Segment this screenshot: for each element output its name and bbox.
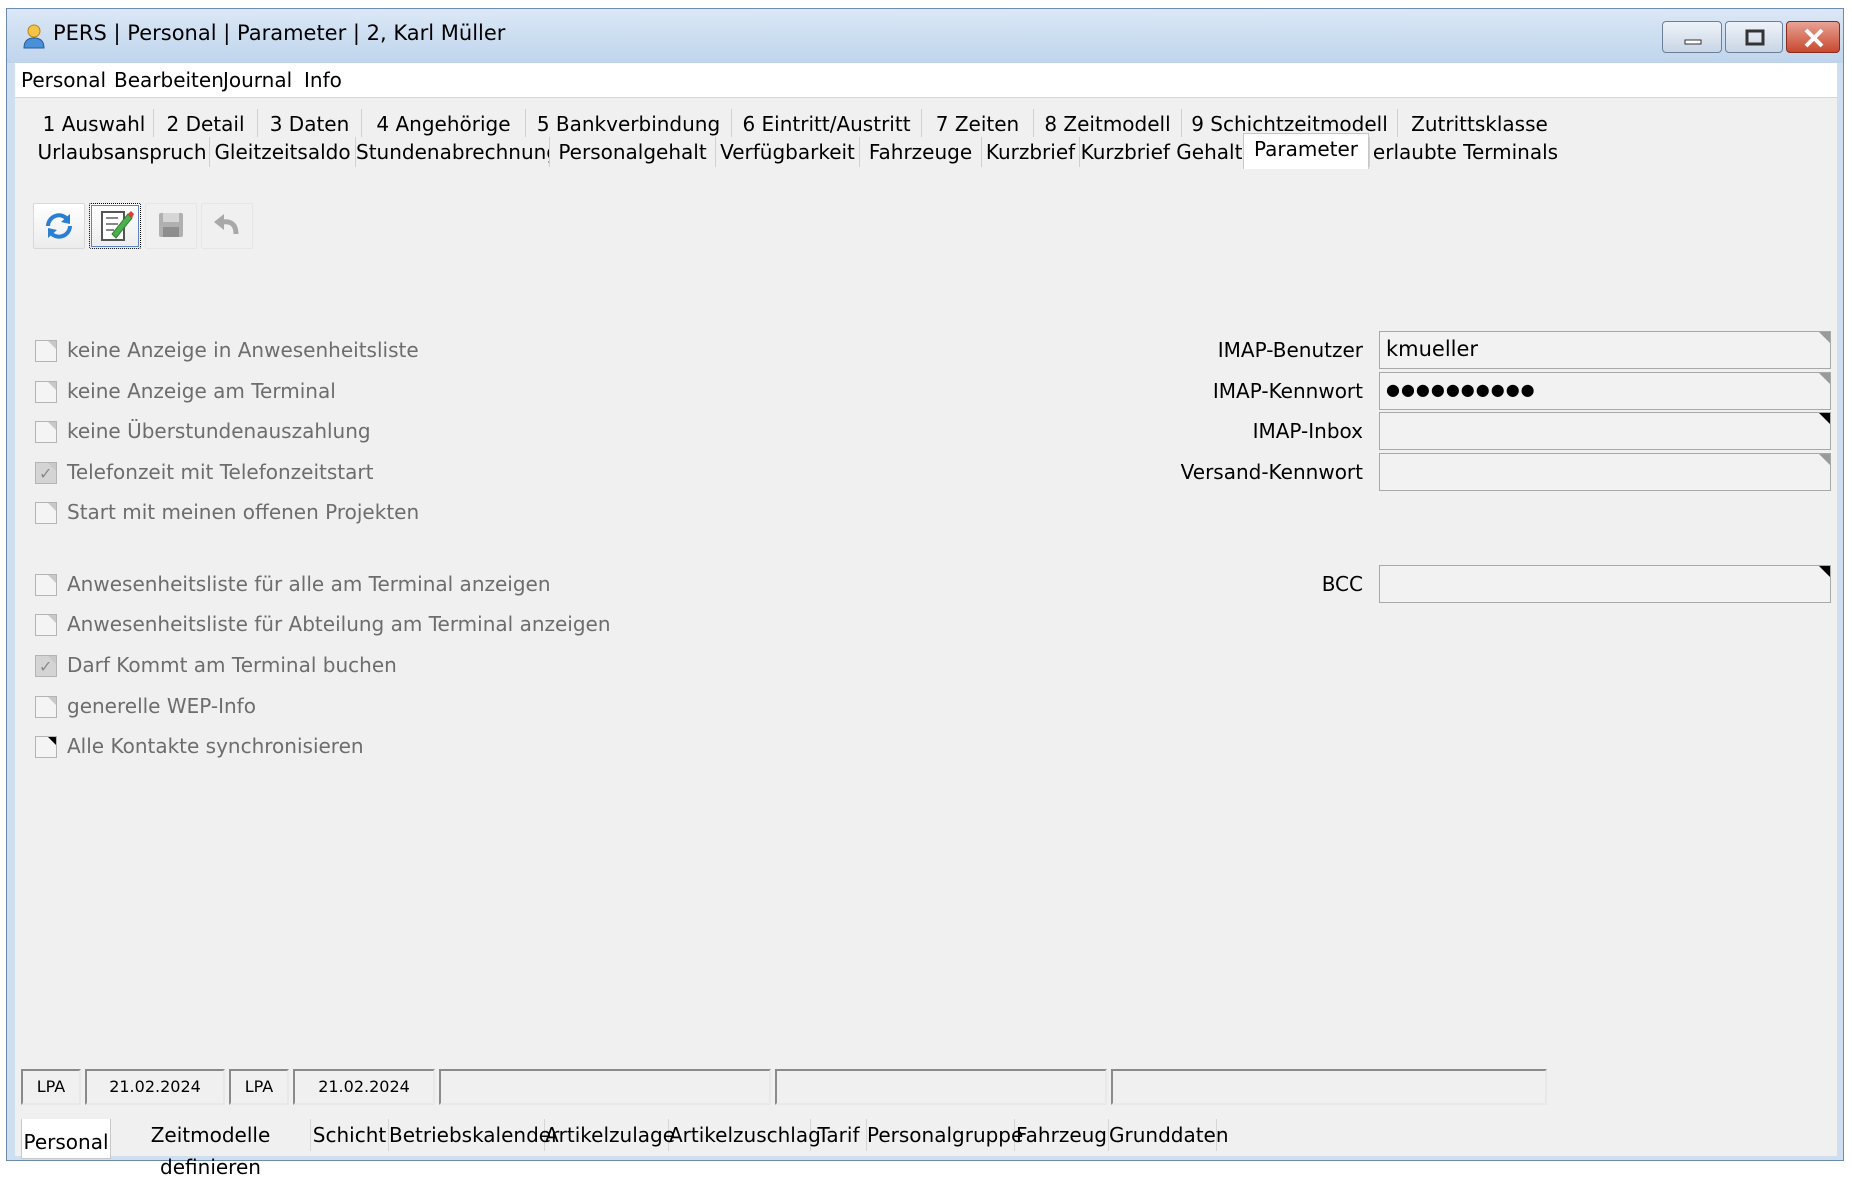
- tab-gleitzeitsaldo[interactable]: Gleitzeitsaldo: [209, 137, 355, 167]
- menu-journal[interactable]: Journal: [223, 68, 292, 92]
- imap-benutzer-label: IMAP-Benutzer: [1217, 338, 1363, 362]
- imap-inbox-input[interactable]: [1379, 412, 1831, 450]
- imap-inbox-label: IMAP-Inbox: [1252, 419, 1363, 443]
- refresh-icon: [46, 213, 72, 239]
- undo-button[interactable]: [201, 203, 253, 249]
- checkbox-label: Telefonzeit mit Telefonzeitstart: [67, 460, 374, 484]
- undo-icon: [214, 214, 239, 235]
- checkbox-box[interactable]: [35, 340, 57, 362]
- checkbox-label: Alle Kontakte synchronisieren: [67, 734, 364, 758]
- module-tab-personalgruppe[interactable]: Personalgruppe: [867, 1119, 1023, 1151]
- checkbox-box[interactable]: [35, 381, 57, 403]
- tab-bankverbindung[interactable]: 5 Bankverbindung: [525, 109, 731, 139]
- menu-bar: Personal Bearbeiten Journal Info: [15, 63, 1837, 98]
- title-bar[interactable]: PERS | Personal | Parameter | 2, Karl Mü…: [7, 9, 1843, 63]
- tab-personalgehalt[interactable]: Personalgehalt: [549, 137, 715, 167]
- tab-urlaubsanspruch[interactable]: Urlaubsanspruch: [35, 137, 209, 167]
- checkbox-box[interactable]: ✓: [35, 655, 57, 677]
- tab-detail[interactable]: 2 Detail: [153, 109, 257, 139]
- module-tab-betriebskalender[interactable]: Betriebskalender: [389, 1119, 559, 1151]
- module-tab-tarif[interactable]: Tarif: [811, 1119, 867, 1151]
- maximize-button[interactable]: [1725, 21, 1783, 53]
- tab-row-2: Urlaubsanspruch Gleitzeitsaldo Stundenab…: [15, 133, 1837, 169]
- tab-stundenabrechnung[interactable]: Stundenabrechnung: [355, 137, 559, 167]
- status-field-1: [439, 1069, 771, 1105]
- module-tab-fahrzeug[interactable]: Fahrzeug: [1015, 1119, 1109, 1151]
- tab-kurzbrief[interactable]: Kurzbrief: [981, 137, 1079, 167]
- tab-kurzbrief-gehalt[interactable]: Kurzbrief Gehalt: [1079, 137, 1243, 167]
- status-user-modified: LPA: [229, 1069, 289, 1105]
- tab-daten[interactable]: 3 Daten: [257, 109, 361, 139]
- window-title: PERS | Personal | Parameter | 2, Karl Mü…: [53, 21, 506, 45]
- checkbox-label: Darf Kommt am Terminal buchen: [67, 653, 397, 677]
- person-app-icon: [23, 24, 45, 49]
- tab-eintritt-austritt[interactable]: 6 Eintritt/Austritt: [731, 109, 921, 139]
- tab-row-1: 1 Auswahl 2 Detail 3 Daten 4 Angehörige …: [15, 109, 1837, 139]
- tab-zutrittsklasse[interactable]: Zutrittsklasse: [1397, 109, 1561, 139]
- save-button[interactable]: [145, 203, 197, 249]
- checkbox-label: keine Anzeige am Terminal: [67, 379, 336, 403]
- imap-kennwort-label: IMAP-Kennwort: [1212, 379, 1363, 403]
- tab-auswahl[interactable]: 1 Auswahl: [35, 109, 153, 139]
- imap-kennwort-value: ●●●●●●●●●●: [1386, 380, 1536, 399]
- module-tab-artikelzulage[interactable]: Artikelzulage: [545, 1119, 675, 1151]
- tab-erlaubte-terminals[interactable]: erlaubte Terminals: [1369, 137, 1561, 167]
- module-tab-schicht[interactable]: Schicht: [311, 1119, 389, 1151]
- status-date-modified: 21.02.2024: [293, 1069, 435, 1105]
- app-window: PERS | Personal | Parameter | 2, Karl Mü…: [6, 8, 1844, 1179]
- versand-kennwort-input[interactable]: [1379, 453, 1831, 491]
- module-tab-grunddaten[interactable]: Grunddaten: [1109, 1119, 1229, 1151]
- checkbox-box[interactable]: ✓: [35, 462, 57, 484]
- tab-fahrzeuge[interactable]: Fahrzeuge: [859, 137, 981, 167]
- checkbox-label: Start mit meinen offenen Projekten: [67, 500, 420, 524]
- client-area: Personal Bearbeiten Journal Info 1 Auswa…: [15, 63, 1837, 1179]
- module-tab-personal[interactable]: Personal: [21, 1119, 111, 1159]
- checkbox-label: Anwesenheitsliste für Abteilung am Termi…: [67, 612, 611, 636]
- menu-bearbeiten[interactable]: Bearbeiten: [114, 68, 224, 92]
- checkbox-box[interactable]: [35, 502, 57, 524]
- close-icon: [1804, 28, 1824, 48]
- bcc-label: BCC: [1321, 572, 1363, 596]
- tab-zeitmodell[interactable]: 8 Zeitmodell: [1033, 109, 1181, 139]
- refresh-button[interactable]: [33, 203, 85, 249]
- checkbox-label: keine Überstundenauszahlung: [67, 419, 371, 443]
- minimize-button[interactable]: [1662, 21, 1722, 53]
- tab-zeiten[interactable]: 7 Zeiten: [921, 109, 1033, 139]
- tab-parameter[interactable]: Parameter: [1243, 133, 1369, 169]
- checkbox-box[interactable]: [35, 614, 57, 636]
- checkbox-box[interactable]: [35, 696, 57, 718]
- status-date-created: 21.02.2024: [85, 1069, 225, 1105]
- tab-verfuegbarkeit[interactable]: Verfügbarkeit: [715, 137, 859, 167]
- menu-info[interactable]: Info: [304, 68, 342, 92]
- imap-benutzer-input[interactable]: kmueller: [1379, 331, 1831, 369]
- checkbox-label: keine Anzeige in Anwesenheitsliste: [67, 338, 419, 362]
- checkbox-label: Anwesenheitsliste für alle am Terminal a…: [67, 572, 551, 596]
- imap-benutzer-value: kmueller: [1386, 337, 1479, 361]
- checkbox-box[interactable]: [35, 421, 57, 443]
- edit-icon: [101, 211, 134, 241]
- edit-button[interactable]: [89, 203, 141, 249]
- close-button[interactable]: [1786, 21, 1840, 53]
- status-user-created: LPA: [21, 1069, 81, 1105]
- checkbox-box[interactable]: [35, 574, 57, 596]
- imap-kennwort-input[interactable]: ●●●●●●●●●●: [1379, 372, 1831, 410]
- checkmark-icon: ✓: [39, 657, 53, 676]
- minimize-icon: [1684, 39, 1702, 45]
- checkmark-icon: ✓: [39, 464, 53, 483]
- tab-angehoerige[interactable]: 4 Angehörige: [361, 109, 525, 139]
- checkbox-label: generelle WEP-Info: [67, 694, 256, 718]
- status-field-2: [775, 1069, 1107, 1105]
- module-tab-zeitmodelle[interactable]: Zeitmodelle definieren: [111, 1119, 311, 1179]
- module-tab-artikelzuschlag[interactable]: Artikelzuschlag: [669, 1119, 821, 1151]
- menu-personal[interactable]: Personal: [21, 68, 106, 92]
- save-icon: [159, 213, 183, 237]
- restore-icon: [1745, 29, 1765, 46]
- module-tab-bar: Personal Zeitmodelle definieren Schicht …: [15, 1113, 1837, 1179]
- checkbox-box[interactable]: [35, 736, 57, 758]
- status-field-3: [1111, 1069, 1547, 1105]
- bcc-input[interactable]: [1379, 565, 1831, 603]
- versand-kennwort-label: Versand-Kennwort: [1180, 460, 1363, 484]
